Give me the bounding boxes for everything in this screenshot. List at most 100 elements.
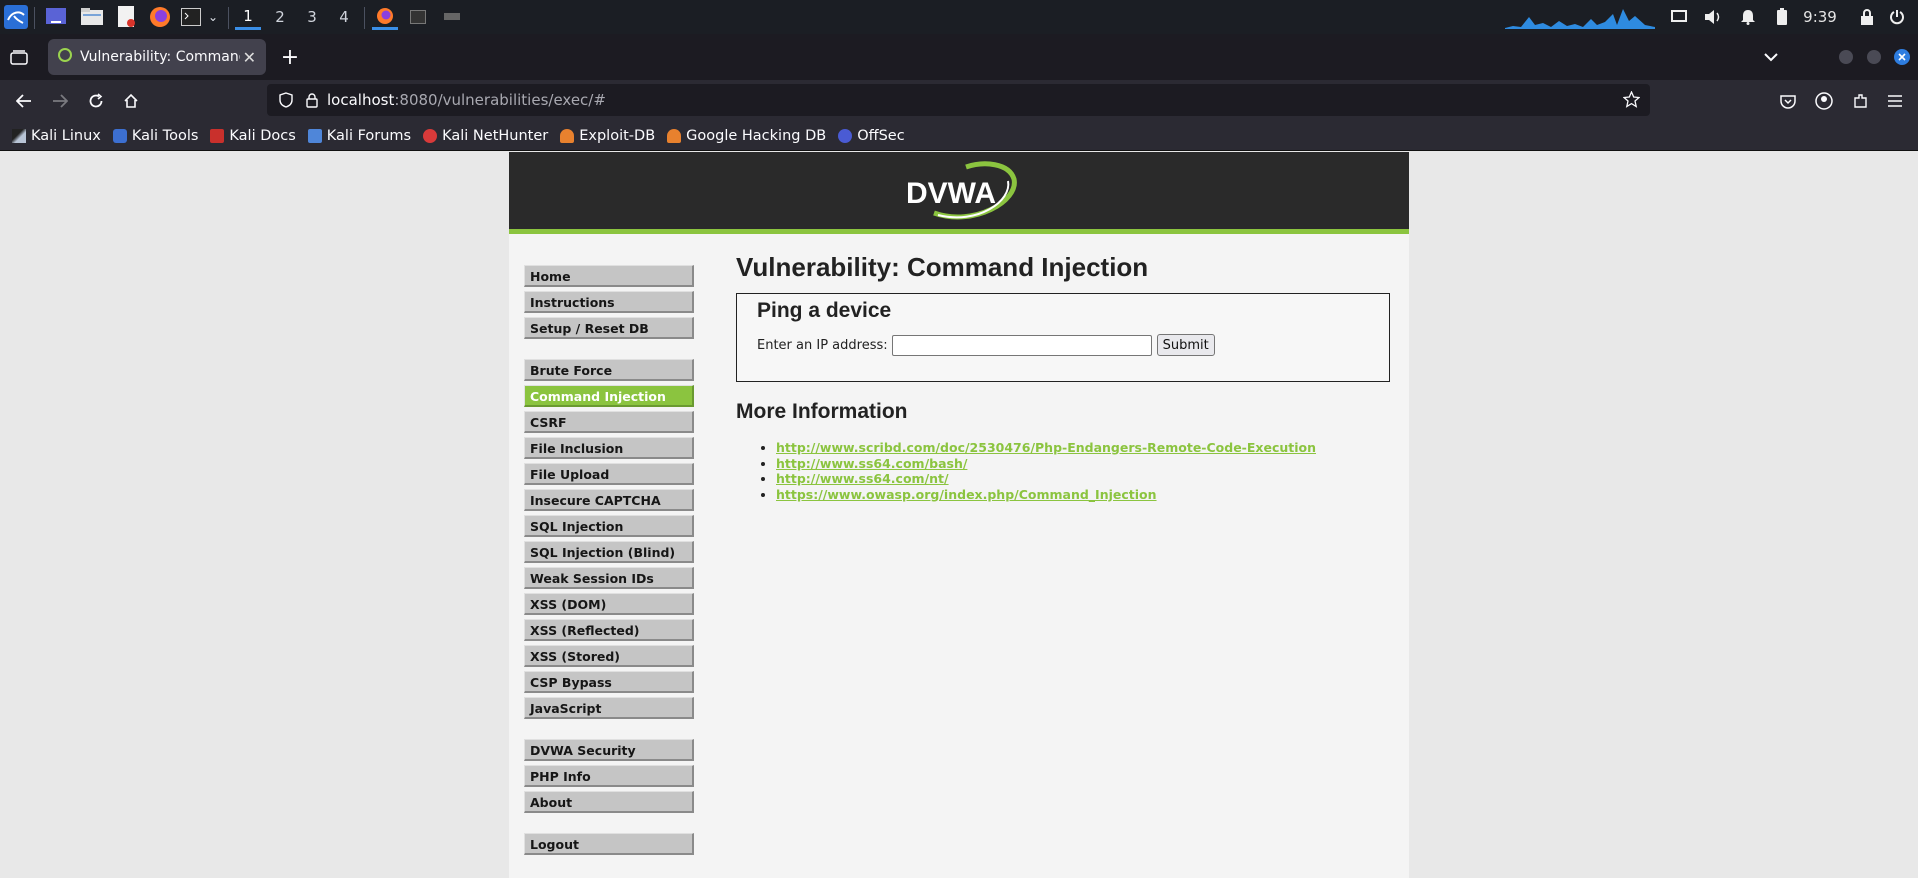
lock-icon[interactable] [1856,4,1878,30]
menu-command-injection[interactable]: Command Injection [524,385,694,407]
extensions-icon[interactable] [1848,89,1872,113]
bookmarks-toolbar: Kali Linux Kali Tools Kali Docs Kali For… [0,121,1918,151]
menu-sql-injection-blind[interactable]: SQL Injection (Blind) [524,541,694,563]
menu-brute-force[interactable]: Brute Force [524,359,694,381]
list-item: http://www.ss64.com/nt/ [776,471,1396,487]
display-icon[interactable] [1666,4,1692,30]
link-ss64-bash[interactable]: http://www.ss64.com/bash/ [776,456,967,471]
ip-address-input[interactable] [891,334,1152,356]
close-icon[interactable]: ✕ [243,48,256,67]
terminal-window-icon[interactable] [406,4,430,30]
tab-command-injection[interactable]: Vulnerability: Command I ✕ [48,39,266,75]
minimize-button[interactable] [1838,49,1854,65]
dvwa-logo-text: DVWA [906,177,996,210]
list-all-tabs-icon[interactable] [1760,46,1782,68]
battery-icon[interactable] [1769,4,1795,30]
menu-csrf[interactable]: CSRF [524,411,694,433]
menu-logout[interactable]: Logout [524,833,694,855]
kali-menu-icon[interactable] [2,4,30,30]
terminal-launcher-icon[interactable] [180,4,202,30]
nethunter-icon [423,128,438,143]
bookmark-kali-forums[interactable]: Kali Forums [307,127,412,144]
menu-php-info[interactable]: PHP Info [524,765,694,787]
box-title: Ping a device [757,299,892,322]
bookmark-kali-tools[interactable]: Kali Tools [112,127,199,144]
firefox-launcher-icon[interactable] [148,4,172,30]
link-scribd[interactable]: http://www.scribd.com/doc/2530476/Php-En… [776,440,1316,455]
url-host: localhost [327,91,395,109]
kali-dragon-icon [12,128,26,143]
menu-weak-session-ids[interactable]: Weak Session IDs [524,567,694,589]
workspace-1[interactable]: 1 [235,4,261,30]
menu-home[interactable]: Home [524,265,694,287]
notification-bell-icon[interactable] [1735,4,1761,30]
menu-hamburger-icon[interactable] [1883,89,1907,113]
bookmark-label: Kali Tools [131,127,199,144]
browser-tab-bar: Vulnerability: Command I ✕ + [0,34,1918,80]
new-tab-icon[interactable]: + [278,45,302,70]
show-desktop-icon[interactable] [44,4,68,30]
bookmark-offsec[interactable]: OffSec [838,128,905,144]
menu-file-inclusion[interactable]: File Inclusion [524,437,694,459]
menu-xss-stored[interactable]: XSS (Stored) [524,645,694,667]
menu-file-upload[interactable]: File Upload [524,463,694,485]
menu-xss-dom[interactable]: XSS (DOM) [524,593,694,615]
link-ss64-nt[interactable]: http://www.ss64.com/nt/ [776,471,949,486]
tab-overview-icon[interactable] [8,46,30,68]
page-info-icon[interactable] [305,92,319,112]
submit-button[interactable]: Submit [1156,334,1215,356]
menu-javascript[interactable]: JavaScript [524,697,694,719]
clock-text: 9:39 [1803,8,1837,26]
bookmark-label: Google Hacking DB [686,127,827,144]
more-information-links: http://www.scribd.com/doc/2530476/Php-En… [736,440,1396,502]
dvwa-main-body: Vulnerability: Command Injection Ping a … [736,252,1396,502]
clock[interactable]: 9:39 [1800,4,1840,30]
page-viewport: DVWA Home Instructions Setup / Reset DB … [0,152,1918,878]
bookmark-label: Exploit-DB [579,127,656,144]
workspace-3[interactable]: 3 [299,4,325,30]
workspace-2[interactable]: 2 [267,4,293,30]
kali-docs-icon [210,128,225,143]
menu-instructions[interactable]: Instructions [524,291,694,313]
home-icon[interactable] [119,89,143,113]
forward-arrow-icon[interactable] [48,89,72,113]
bookmark-label: OffSec [857,127,905,144]
bookmark-star-icon[interactable] [1622,90,1641,112]
menu-csp-bypass[interactable]: CSP Bypass [524,671,694,693]
menu-about[interactable]: About [524,791,694,813]
chevron-down-icon[interactable]: ⌄ [204,4,222,30]
link-owasp[interactable]: https://www.owasp.org/index.php/Command_… [776,487,1157,502]
ip-label: Enter an IP address: [757,337,888,353]
maximize-button[interactable] [1866,49,1882,65]
shield-icon[interactable] [279,92,293,112]
workspace-4[interactable]: 4 [331,4,357,30]
dvwa-container: DVWA Home Instructions Setup / Reset DB … [509,152,1409,878]
bookmark-google-hacking-db[interactable]: Google Hacking DB [667,128,826,144]
bookmark-exploit-db[interactable]: Exploit-DB [560,128,655,144]
window-close-button[interactable] [1894,49,1910,65]
firefox-window-icon[interactable] [372,4,398,30]
bookmark-kali-nethunter[interactable]: Kali NetHunter [423,128,548,144]
pocket-icon[interactable] [1776,89,1800,113]
list-item: https://www.owasp.org/index.php/Command_… [776,487,1396,503]
ghdb-icon [667,128,682,143]
file-manager-icon[interactable] [80,4,104,30]
menu-dvwa-security[interactable]: DVWA Security [524,739,694,761]
text-editor-icon[interactable] [115,4,139,30]
volume-icon[interactable] [1700,4,1726,30]
menu-setup-reset-db[interactable]: Setup / Reset DB [524,317,694,339]
url-bar[interactable]: localhost:8080/vulnerabilities/exec/# [267,84,1650,116]
menu-sql-injection[interactable]: SQL Injection [524,515,694,537]
reload-icon[interactable] [84,89,108,113]
ping-device-box: Ping a device Enter an IP address: Submi… [736,293,1390,382]
bookmark-kali-linux[interactable]: Kali Linux [12,128,101,144]
bookmark-kali-docs[interactable]: Kali Docs [210,128,296,144]
menu-insecure-captcha[interactable]: Insecure CAPTCHA [524,489,694,511]
menu-xss-reflected[interactable]: XSS (Reflected) [524,619,694,641]
power-icon[interactable] [1886,4,1908,30]
os-taskbar: ⌄ 1 2 3 4 9:39 [0,0,1918,34]
bookmark-label: Kali Forums [326,127,412,144]
account-icon[interactable] [1812,89,1836,113]
window-icon[interactable] [440,4,464,30]
back-arrow-icon[interactable] [12,89,36,113]
